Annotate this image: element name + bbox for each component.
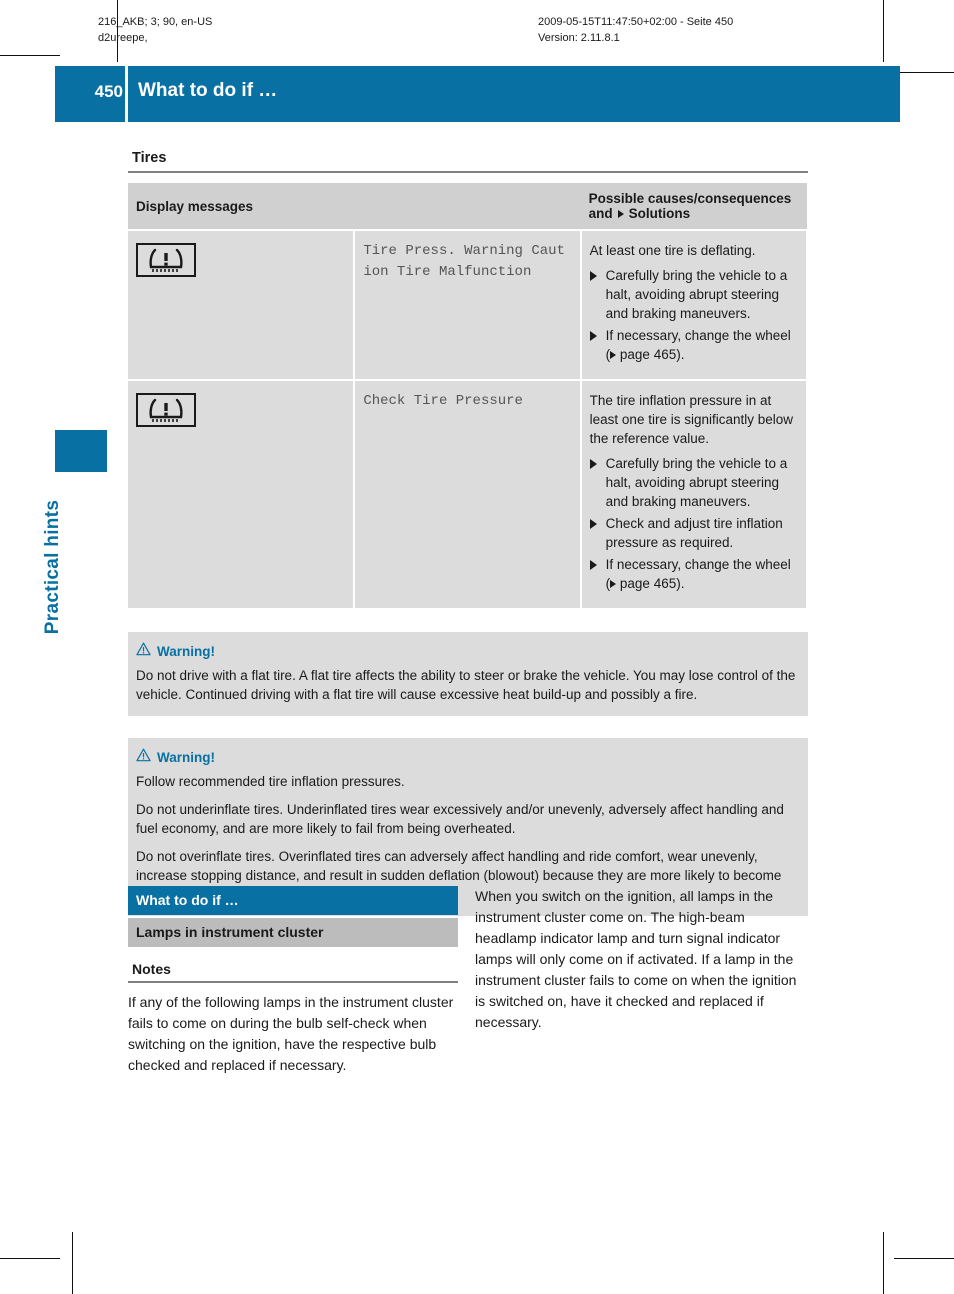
table-row: Check Tire Pressure The tire inflation pr… [128,380,809,610]
solution-item: Carefully bring the vehicle to a halt, a… [589,454,796,511]
table-row: Tire Press. Warning Caution Tire Malfunc… [128,230,809,381]
header-divider [125,66,128,122]
cross-reference-triangle-icon [610,351,617,359]
table-header-display-messages: Display messages [128,183,581,231]
solution-item: Check and adjust tire inflation pressure… [589,514,796,552]
bottom-blue-bar: What to do if … [128,886,458,915]
solution-text: Check and adjust tire inflation pressure… [605,516,783,550]
main-content: Tires Display messages Possible causes/c… [128,150,809,916]
crop-mark-top-right-v [883,0,884,62]
table-header-solutions-suffix: Solutions [628,206,691,221]
table-cell-solutions: At least one tire is deflating. Carefully… [580,230,809,381]
job-id: 216_AKB; 3; 90, en-US [98,16,213,28]
crop-mark-bottom-left-v [72,1232,73,1294]
page-title: What to do if … [138,80,278,101]
warning-paragraph: Follow recommended tire inflation pressu… [136,774,405,789]
solid-triangle-icon [617,210,624,218]
solution-text-cont: page 465). [616,347,685,362]
table-cell-display-message: Check Tire Pressure [354,380,582,610]
notes-rule [128,981,458,983]
crop-mark-bottom-left [0,1258,60,1259]
page-header-bar: 450 What to do if … [55,66,900,122]
section-title: Tires [132,150,167,166]
table-cell-icon [128,380,356,610]
solution-text: Carefully bring the vehicle to a halt, a… [605,268,788,321]
display-message-text: Check Tire Pressure [363,393,523,409]
bottom-left-column: What to do if … Lamps in instrument clus… [128,886,458,1076]
warning-paragraph: Do not drive with a flat tire. A flat ti… [136,668,796,702]
solution-list: Carefully bring the vehicle to a halt, a… [589,454,796,593]
solution-list: Carefully bring the vehicle to a halt, a… [589,266,796,364]
warning-heading: Warning! [136,642,796,661]
running-head-right: 2009-05-15T11:47:50+02:00 - Seite 450 Ve… [538,14,733,46]
crop-mark-top-left [0,55,60,56]
notes-body-right: When you switch on the ignition, all lam… [475,888,797,1030]
solution-item: If necessary, change the wheel ( page 46… [589,555,796,593]
warning-paragraph: Do not underinflate tires. Underinflated… [136,802,784,836]
solution-text-cont: page 465). [616,576,685,591]
warning-heading-text: Warning! [157,644,215,659]
operator-id: d2ureepe, [98,32,148,44]
notes-title: Notes [132,961,171,977]
tire-pressure-warning-icon [136,393,343,427]
bullet-triangle-icon [589,560,597,570]
cross-reference-triangle-icon [610,580,617,588]
crop-mark-top-right [894,72,954,73]
table-header-solutions: Possible causes/consequences and Solution… [580,183,807,231]
chapter-tab-label: Practical hints [42,499,63,635]
cause-text: The tire inflation pressure in at least … [589,393,794,446]
version-string: Version: 2.11.8.1 [538,32,620,44]
table-header-row: Display messages Possible causes/consequ… [128,183,807,231]
notes-body-left: If any of the following lamps in the ins… [128,993,454,1073]
tire-pressure-warning-icon [136,243,343,277]
solution-item: If necessary, change the wheel ( page 46… [589,326,796,364]
bottom-right-column: When you switch on the ignition, all lam… [475,886,808,1033]
crop-mark-bottom-right [894,1258,954,1259]
crop-mark-bottom-right-v [883,1232,884,1294]
bullet-triangle-icon [589,271,597,281]
display-message-text: Tire Press. Warning Caution Tire Malfunc… [363,243,565,280]
warning-triangle-icon [136,642,151,661]
solution-item: Carefully bring the vehicle to a halt, a… [589,266,796,323]
table-cell-solutions: The tire inflation pressure in at least … [580,380,809,610]
warning-box-list: Warning! Do not drive with a flat tire. A… [128,632,808,916]
warning-heading-text: Warning! [157,750,215,765]
table-cell-icon [128,230,356,381]
page-number: 450 [94,82,123,101]
warning-box: Warning! Do not drive with a flat tire. A… [128,632,808,716]
warning-heading: Warning! [136,748,796,767]
cause-text: At least one tire is deflating. [589,243,756,258]
section-rule [128,171,808,173]
bullet-triangle-icon [589,519,597,529]
table-cell-display-message: Tire Press. Warning Caution Tire Malfunc… [354,230,582,381]
running-head-left: 216_AKB; 3; 90, en-US d2ureepe, [98,14,212,46]
bottom-gray-bar: Lamps in instrument cluster [128,918,458,947]
table-body: Tire Press. Warning Caution Tire Malfunc… [128,230,809,610]
bullet-triangle-icon [589,459,597,469]
bullet-triangle-icon [589,331,597,341]
solution-text: Carefully bring the vehicle to a halt, a… [605,456,788,509]
timestamp-page: 2009-05-15T11:47:50+02:00 - Seite 450 [538,16,734,28]
warning-triangle-icon [136,748,151,767]
display-messages-table: Display messages Possible causes/consequ… [128,183,809,610]
